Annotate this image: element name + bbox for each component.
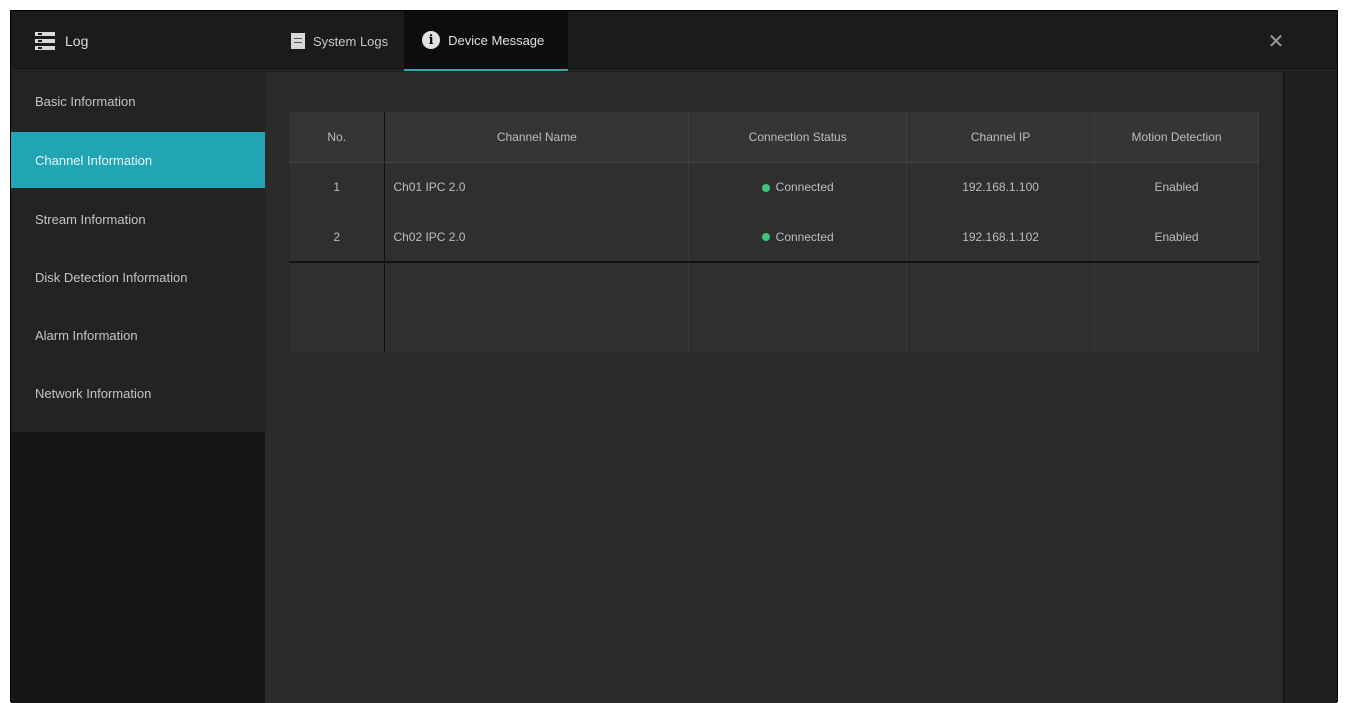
table-header-row: No. Channel Name Connection Status Chann… bbox=[289, 112, 1259, 163]
table-row[interactable]: 2 Ch02 IPC 2.0 Connected 192.168.1.102 E… bbox=[289, 212, 1259, 263]
tab-bar: System Logs i Device Message bbox=[281, 11, 569, 71]
sidebar-item-alarm-information[interactable]: Alarm Information bbox=[11, 306, 265, 364]
empty-cell bbox=[1094, 262, 1259, 352]
tab-device-message[interactable]: i Device Message bbox=[404, 11, 569, 71]
cell-channel-ip: 192.168.1.102 bbox=[906, 212, 1096, 263]
cell-connection-status: Connected bbox=[688, 212, 908, 263]
column-header-connection-status[interactable]: Connection Status bbox=[688, 112, 908, 163]
window-title-area: Log bbox=[35, 29, 88, 53]
empty-cell bbox=[688, 262, 908, 352]
main-content: No. Channel Name Connection Status Chann… bbox=[265, 72, 1285, 703]
status-dot-icon bbox=[761, 184, 770, 193]
sidebar: Basic Information Channel Information St… bbox=[11, 72, 265, 703]
cell-channel-ip: 192.168.1.100 bbox=[906, 162, 1096, 212]
tab-label: Device Message bbox=[448, 32, 545, 48]
close-button[interactable]: ✕ bbox=[1265, 31, 1287, 53]
tab-label: System Logs bbox=[313, 33, 389, 49]
status-label: Connected bbox=[775, 229, 834, 244]
empty-cell bbox=[384, 262, 690, 352]
sidebar-item-channel-information[interactable]: Channel Information bbox=[11, 132, 265, 188]
document-icon bbox=[291, 33, 305, 49]
sidebar-item-disk-detection-information[interactable]: Disk Detection Information bbox=[11, 248, 265, 306]
column-header-channel-ip[interactable]: Channel IP bbox=[906, 112, 1096, 163]
tab-system-logs[interactable]: System Logs bbox=[281, 11, 404, 71]
sidebar-item-stream-information[interactable]: Stream Information bbox=[11, 190, 265, 248]
table-empty-row bbox=[289, 262, 1259, 352]
cell-no: 1 bbox=[289, 162, 386, 212]
cell-motion-detection: Enabled bbox=[1094, 162, 1259, 212]
table-row[interactable]: 1 Ch01 IPC 2.0 Connected 192.168.1.100 E… bbox=[289, 162, 1259, 212]
channel-table: No. Channel Name Connection Status Chann… bbox=[289, 112, 1259, 352]
title-bar: Log System Logs i Device Message ✕ bbox=[11, 11, 1337, 71]
empty-cell bbox=[906, 262, 1096, 352]
sidebar-list: Basic Information Channel Information St… bbox=[11, 72, 265, 432]
sidebar-item-basic-information[interactable]: Basic Information bbox=[11, 72, 265, 130]
cell-motion-detection: Enabled bbox=[1094, 212, 1259, 263]
column-header-no[interactable]: No. bbox=[289, 112, 386, 163]
log-list-icon bbox=[35, 31, 55, 51]
log-window: Log System Logs i Device Message ✕ Basic… bbox=[10, 10, 1338, 703]
cell-channel-name: Ch01 IPC 2.0 bbox=[384, 162, 690, 212]
status-dot-icon bbox=[761, 233, 770, 242]
status-label: Connected bbox=[775, 180, 834, 195]
window-title: Log bbox=[65, 33, 89, 49]
column-header-motion-detection[interactable]: Motion Detection bbox=[1094, 112, 1259, 163]
sidebar-item-network-information[interactable]: Network Information bbox=[11, 364, 265, 422]
info-icon: i bbox=[422, 31, 441, 49]
column-header-channel-name[interactable]: Channel Name bbox=[384, 112, 690, 163]
right-panel-strip bbox=[1283, 72, 1337, 703]
cell-channel-name: Ch02 IPC 2.0 bbox=[384, 212, 690, 263]
cell-connection-status: Connected bbox=[688, 162, 908, 212]
empty-cell bbox=[289, 262, 386, 352]
cell-no: 2 bbox=[289, 212, 386, 263]
